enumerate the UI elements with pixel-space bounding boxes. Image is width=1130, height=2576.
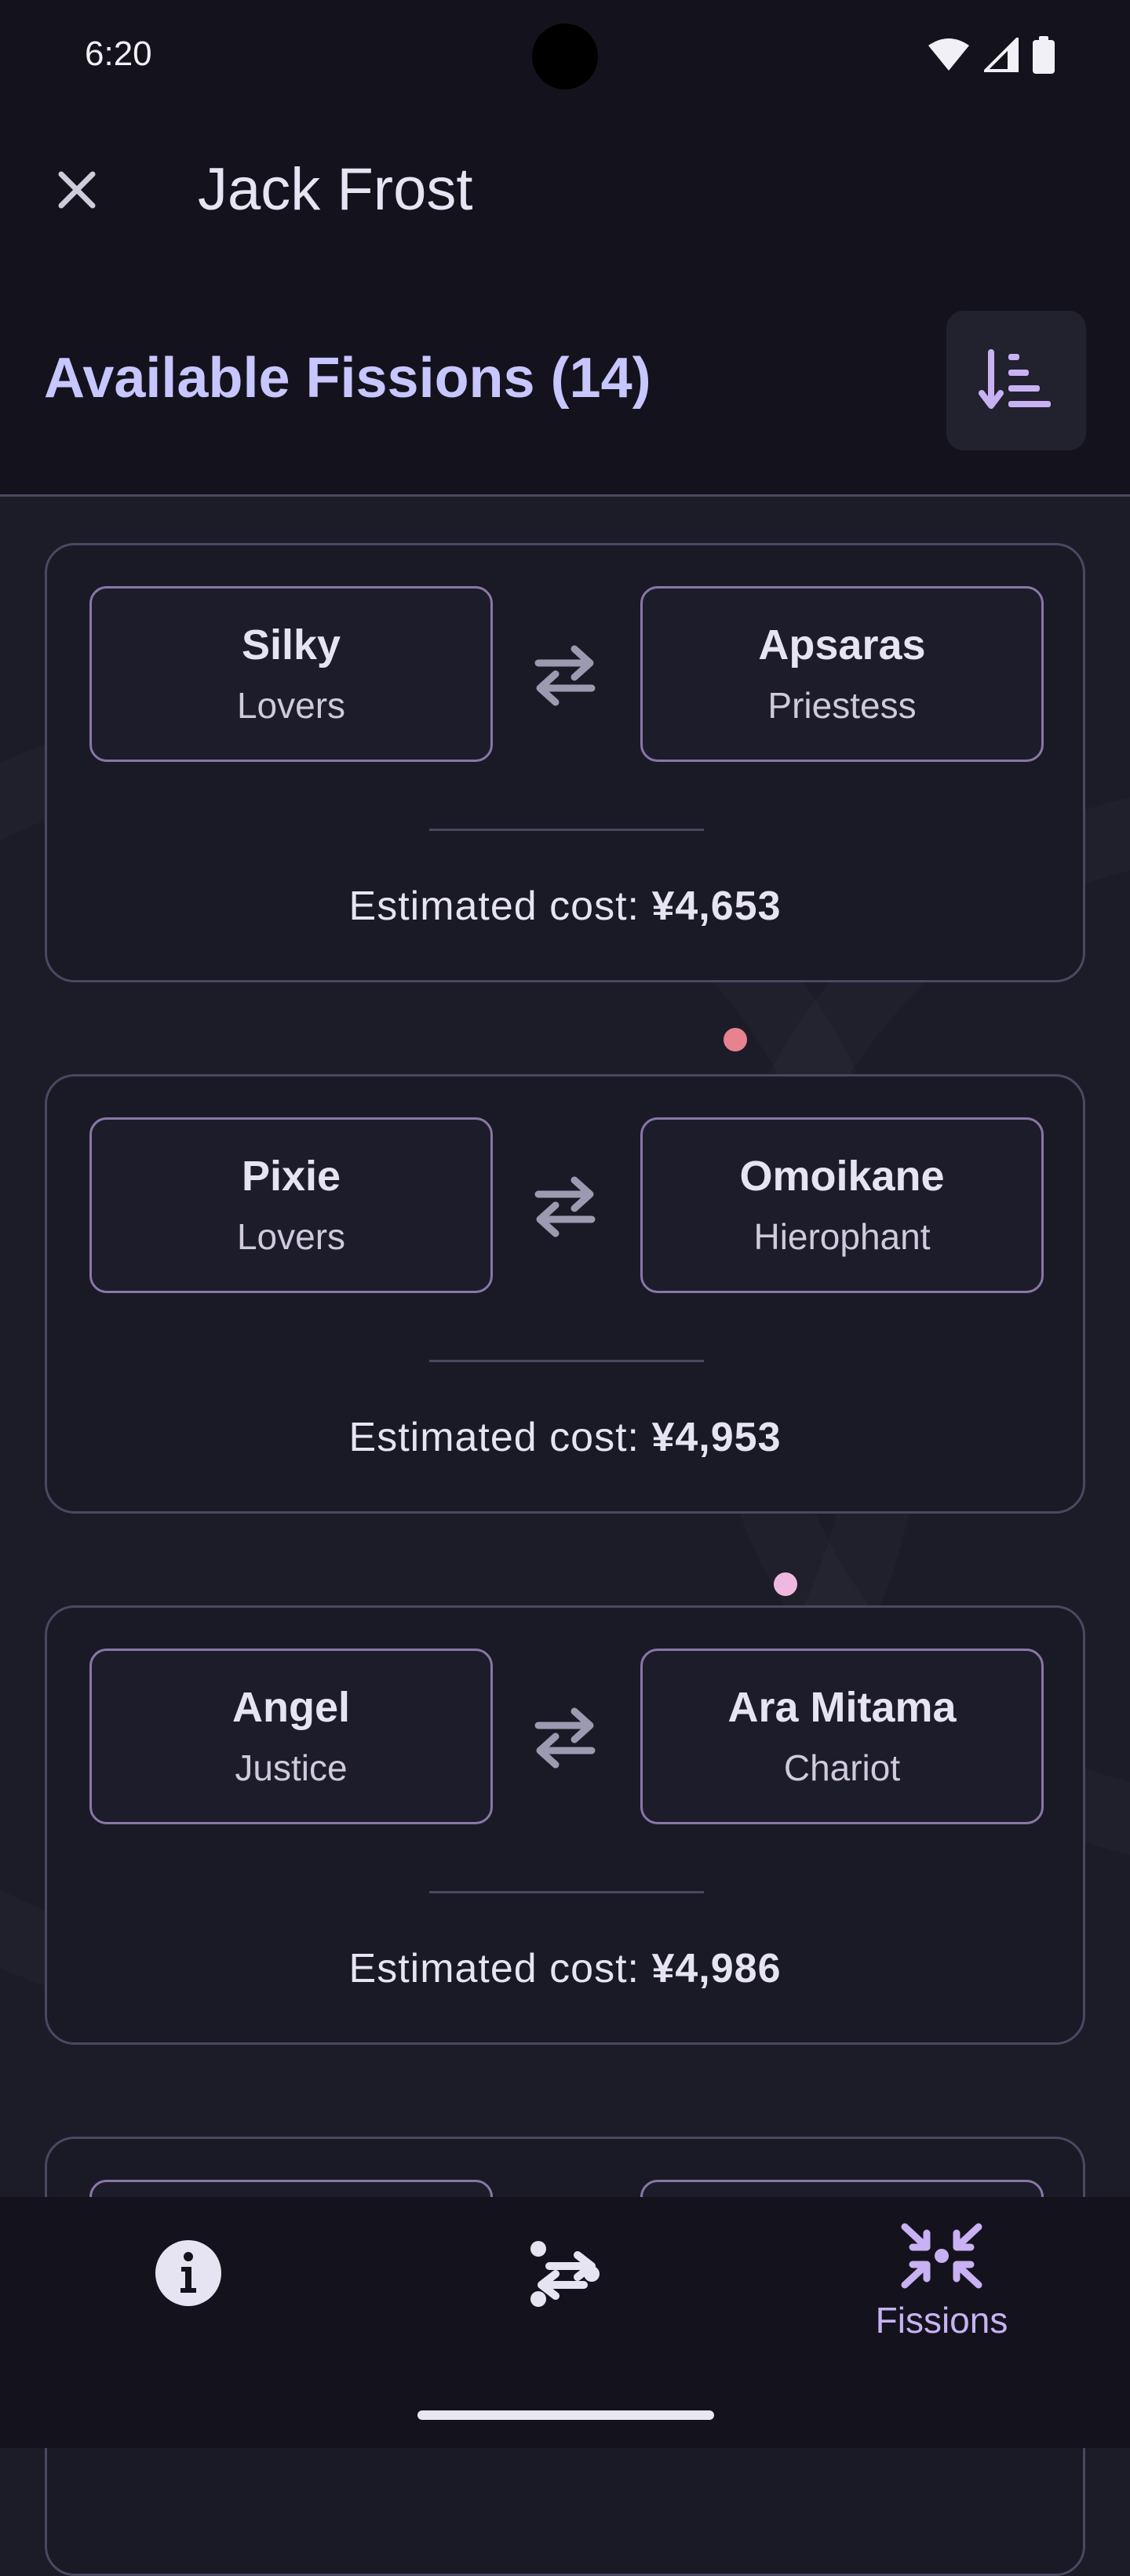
header-divider (0, 494, 1130, 497)
demon-box-left[interactable]: Angel Justice (89, 1649, 493, 1824)
close-button[interactable] (44, 157, 110, 223)
cost-value: ¥4,653 (651, 884, 782, 929)
cost-label: Estimated cost: (348, 1415, 652, 1460)
demon-name: Silky (241, 621, 341, 669)
close-icon (58, 171, 96, 209)
nav-label-fissions: Fissions (875, 2300, 1008, 2341)
sort-button[interactable] (946, 311, 1086, 450)
cost-value: ¥4,953 (651, 1415, 782, 1460)
nav-item-fusion[interactable] (487, 2221, 643, 2354)
fission-icon (901, 2223, 982, 2289)
signal-icon (984, 38, 1019, 72)
cost-label: Estimated cost: (348, 1946, 652, 1991)
fission-card[interactable]: Silky Lovers Apsaras Priestess Estimated… (45, 543, 1085, 982)
fission-card[interactable]: Angel Justice Ara Mitama Chariot Estimat… (45, 1605, 1085, 2045)
info-icon (155, 2240, 221, 2306)
swap-icon (534, 1707, 596, 1769)
cost-value: ¥4,986 (651, 1946, 782, 1991)
home-indicator[interactable] (417, 2410, 714, 2420)
card-divider (429, 1891, 704, 1893)
demon-name: Pixie (241, 1153, 341, 1200)
fusion-icon (530, 2241, 600, 2307)
swap-icon (534, 1176, 596, 1237)
battery-icon (1033, 36, 1055, 74)
camera-cutout (532, 24, 598, 89)
demon-box-right[interactable]: Ara Mitama Chariot (640, 1649, 1044, 1824)
section-title: Available Fissions (14) (44, 347, 651, 410)
demon-name: Omoikane (739, 1153, 945, 1200)
card-divider (429, 829, 704, 831)
demon-arcana: Justice (235, 1747, 348, 1788)
demon-arcana: Lovers (236, 685, 346, 726)
sparkle-dot (774, 1572, 797, 1596)
nav-item-fissions[interactable]: Fissions (863, 2221, 1020, 2354)
demon-box-left[interactable]: Pixie Lovers (89, 1117, 493, 1293)
demon-box-left[interactable]: Silky Lovers (89, 586, 493, 762)
sparkle-dot (724, 1028, 747, 1051)
card-divider (429, 1360, 704, 1362)
demon-arcana: Lovers (236, 1216, 346, 1257)
page-title: Jack Frost (198, 156, 473, 223)
demon-name: Apsaras (758, 621, 926, 669)
swap-icon (534, 645, 596, 706)
demon-box-right[interactable]: Apsaras Priestess (640, 586, 1044, 762)
cost-label: Estimated cost: (348, 884, 652, 929)
fission-card[interactable]: Pixie Lovers Omoikane Hierophant Estimat… (45, 1074, 1085, 1514)
estimated-cost: Estimated cost: ¥4,953 (47, 1414, 1083, 1461)
sort-descending-icon (979, 349, 1051, 409)
demon-name: Ara Mitama (727, 1684, 957, 1731)
status-icons (928, 35, 1055, 75)
demon-name: Angel (231, 1684, 350, 1731)
demon-arcana: Priestess (767, 685, 917, 726)
demon-arcana: Chariot (783, 1747, 901, 1788)
status-bar: 6:20 (0, 0, 1130, 110)
estimated-cost: Estimated cost: ¥4,653 (47, 883, 1083, 930)
demon-arcana: Hierophant (753, 1216, 931, 1257)
nav-item-info[interactable] (110, 2221, 267, 2354)
demon-box-right[interactable]: Omoikane Hierophant (640, 1117, 1044, 1293)
estimated-cost: Estimated cost: ¥4,986 (47, 1945, 1083, 1992)
status-time: 6:20 (85, 35, 152, 73)
wifi-icon (928, 38, 969, 71)
